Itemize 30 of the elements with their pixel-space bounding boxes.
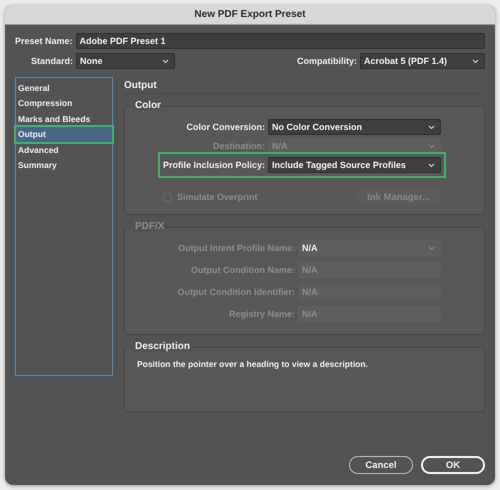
cancel-button[interactable]: Cancel bbox=[349, 456, 413, 474]
dropdown[interactable]: No Color Conversion bbox=[268, 119, 441, 135]
chevron-down-icon bbox=[428, 246, 435, 250]
field-label: Profile Inclusion Policy: bbox=[162, 160, 265, 170]
group-title: PDF/X bbox=[132, 221, 166, 232]
sidebar-item[interactable]: Marks and Bleeds bbox=[16, 111, 112, 126]
field-label: Standard: bbox=[31, 56, 74, 66]
field-label: Preset Name: bbox=[15, 36, 73, 46]
field-label: Color Conversion: bbox=[185, 122, 265, 132]
chevron-down-icon bbox=[162, 58, 170, 64]
ok-button[interactable]: OK bbox=[421, 456, 485, 474]
chevron-down-icon bbox=[472, 58, 479, 64]
sidebar-item[interactable]: Advanced bbox=[16, 142, 112, 158]
window-title: New PDF Export Preset bbox=[194, 9, 306, 20]
chevron-down-icon bbox=[428, 144, 435, 148]
sidebar-item[interactable]: General bbox=[16, 80, 112, 96]
preset-name-field[interactable]: Adobe PDF Preset 1 bbox=[76, 33, 485, 49]
group-title: Description bbox=[132, 341, 192, 352]
group-title: Color bbox=[132, 100, 164, 111]
sidebar-item[interactable]: Summary bbox=[16, 158, 112, 173]
description-text: Position the pointer over a heading to view a description. bbox=[136, 359, 368, 369]
section-title: Output bbox=[124, 80, 157, 90]
sidebar-item[interactable]: Compression bbox=[16, 96, 112, 111]
chevron-down-icon bbox=[428, 162, 435, 168]
chevron-down-icon bbox=[428, 124, 435, 130]
dropdown[interactable]: Include Tagged Source Profiles bbox=[268, 157, 441, 173]
compatibility-dropdown[interactable]: Acrobat 5 (PDF 1.4) bbox=[360, 53, 485, 69]
field-label: Compatibility: bbox=[297, 56, 357, 66]
standard-dropdown[interactable]: None bbox=[76, 53, 176, 69]
sidebar-item[interactable]: Output bbox=[16, 126, 112, 142]
